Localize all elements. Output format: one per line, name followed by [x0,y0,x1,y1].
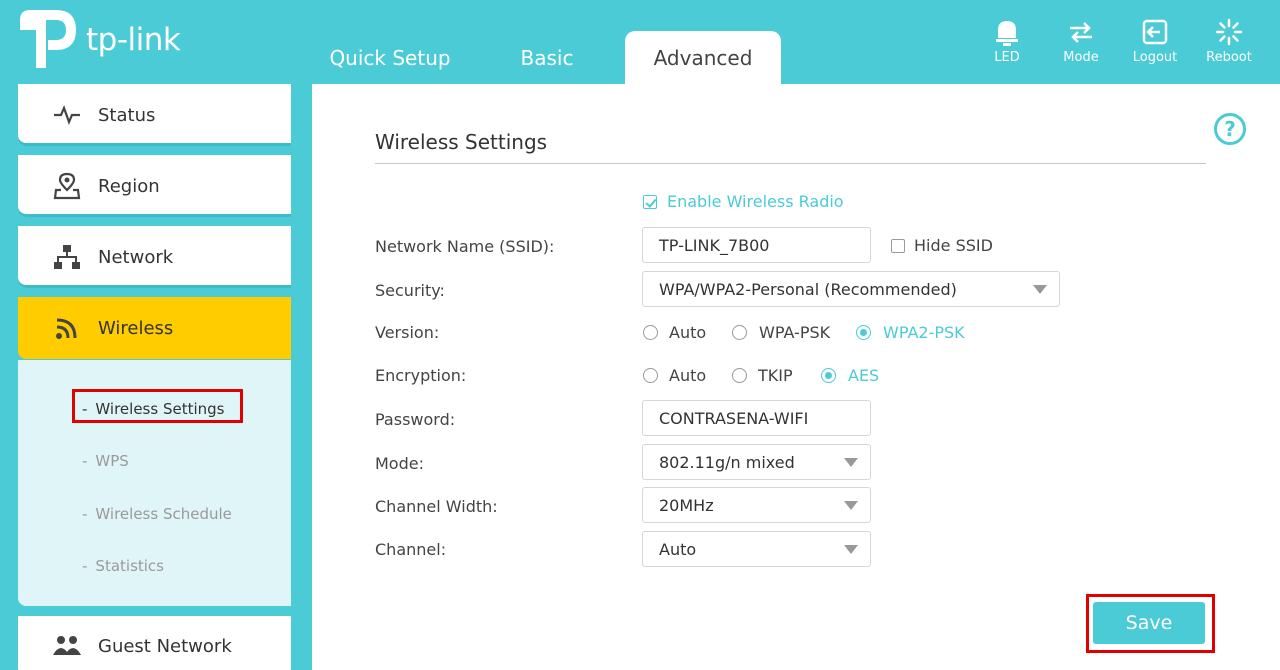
encryption-label: Encryption: [375,366,467,385]
ssid-input[interactable]: TP-LINK_7B00 [642,227,871,263]
enable-wireless-radio-label: Enable Wireless Radio [667,192,844,211]
tp-link-logo-icon [16,6,80,70]
sidebar-item-region[interactable]: Region [18,155,291,217]
password-label: Password: [375,410,456,429]
tab-quick-setup[interactable]: Quick Setup [310,31,470,84]
sidebar-item-label: Status [98,104,156,126]
title-divider [375,163,1206,164]
reboot-button[interactable]: Reboot [1196,18,1262,65]
tp-link-logo: tp-link [16,6,181,70]
led-label: LED [994,50,1020,65]
mode-label: Mode: [375,454,424,473]
logout-label: Logout [1132,50,1178,65]
version-wpa2-psk-radio[interactable] [856,325,871,340]
security-select[interactable]: WPA/WPA2-Personal (Recommended) [642,271,1060,307]
sidebar-item-label: Region [98,175,160,197]
version-auto-radio[interactable] [643,325,658,340]
highlight-box-wireless-settings [72,389,243,423]
sidebar-item-label: Wireless [98,317,174,339]
sidebar-item-network[interactable]: Network [18,226,291,288]
mode-select[interactable]: 802.11g/n mixed [642,444,871,480]
led-button[interactable]: LED [974,18,1040,65]
mode-icon [1070,22,1092,43]
submenu-item-wireless-schedule[interactable]: - Wireless Schedule [82,505,232,523]
chevron-down-icon [844,501,858,510]
channel-width-select[interactable]: 20MHz [642,487,871,523]
encryption-aes-radio[interactable] [821,368,836,383]
version-wpa2-psk-label: WPA2-PSK [883,323,965,342]
security-label: Security: [375,281,445,300]
tab-advanced[interactable]: Advanced [625,31,781,84]
sidebar-item-wireless[interactable]: Wireless [18,297,291,359]
guests-icon [50,631,84,661]
highlight-box-save [1086,594,1215,653]
hide-ssid-label: Hide SSID [914,236,993,255]
encryption-aes-label: AES [848,366,880,385]
chevron-down-icon [844,458,858,467]
version-wpa-psk-label: WPA-PSK [759,323,831,342]
chevron-down-icon [844,545,858,554]
password-input[interactable]: CONTRASENA-WIFI [642,400,871,436]
encryption-tkip-radio[interactable] [732,368,747,383]
version-wpa-psk-radio[interactable] [732,325,747,340]
pulse-icon [50,100,84,130]
help-icon[interactable]: ? [1214,113,1246,145]
location-icon [50,171,84,201]
hide-ssid-checkbox[interactable] [891,239,905,253]
logout-icon [1142,19,1168,45]
wifi-icon [50,313,84,343]
page-title: Wireless Settings [375,130,548,154]
enable-wireless-radio-checkbox[interactable] [643,195,657,209]
mode-label: Mode [1063,50,1099,65]
logout-button[interactable]: Logout [1122,18,1188,65]
bulb-icon [996,21,1018,46]
version-auto-label: Auto [669,323,707,342]
submenu-item-wps[interactable]: - WPS [82,452,129,470]
ssid-label: Network Name (SSID): [375,237,555,256]
encryption-tkip-label: TKIP [758,366,793,385]
sidebar-item-label: Guest Network [98,635,232,657]
channel-label: Channel: [375,540,447,559]
chevron-down-icon [1033,285,1047,294]
mode-button[interactable]: Mode [1048,18,1114,65]
sidebar-item-label: Network [98,246,174,268]
network-icon [50,242,84,272]
channel-select[interactable]: Auto [642,531,871,567]
sidebar-item-guest-network[interactable]: Guest Network [18,616,291,670]
version-label: Version: [375,323,440,342]
encryption-auto-label: Auto [669,366,707,385]
tab-basic[interactable]: Basic [482,31,612,84]
reboot-label: Reboot [1206,50,1252,65]
reboot-icon [1215,18,1243,46]
channel-width-label: Channel Width: [375,497,498,516]
sidebar-item-status[interactable]: Status [18,84,291,146]
submenu-item-statistics[interactable]: - Statistics [82,557,164,575]
brand-name: tp-link [86,22,181,58]
encryption-auto-radio[interactable] [643,368,658,383]
